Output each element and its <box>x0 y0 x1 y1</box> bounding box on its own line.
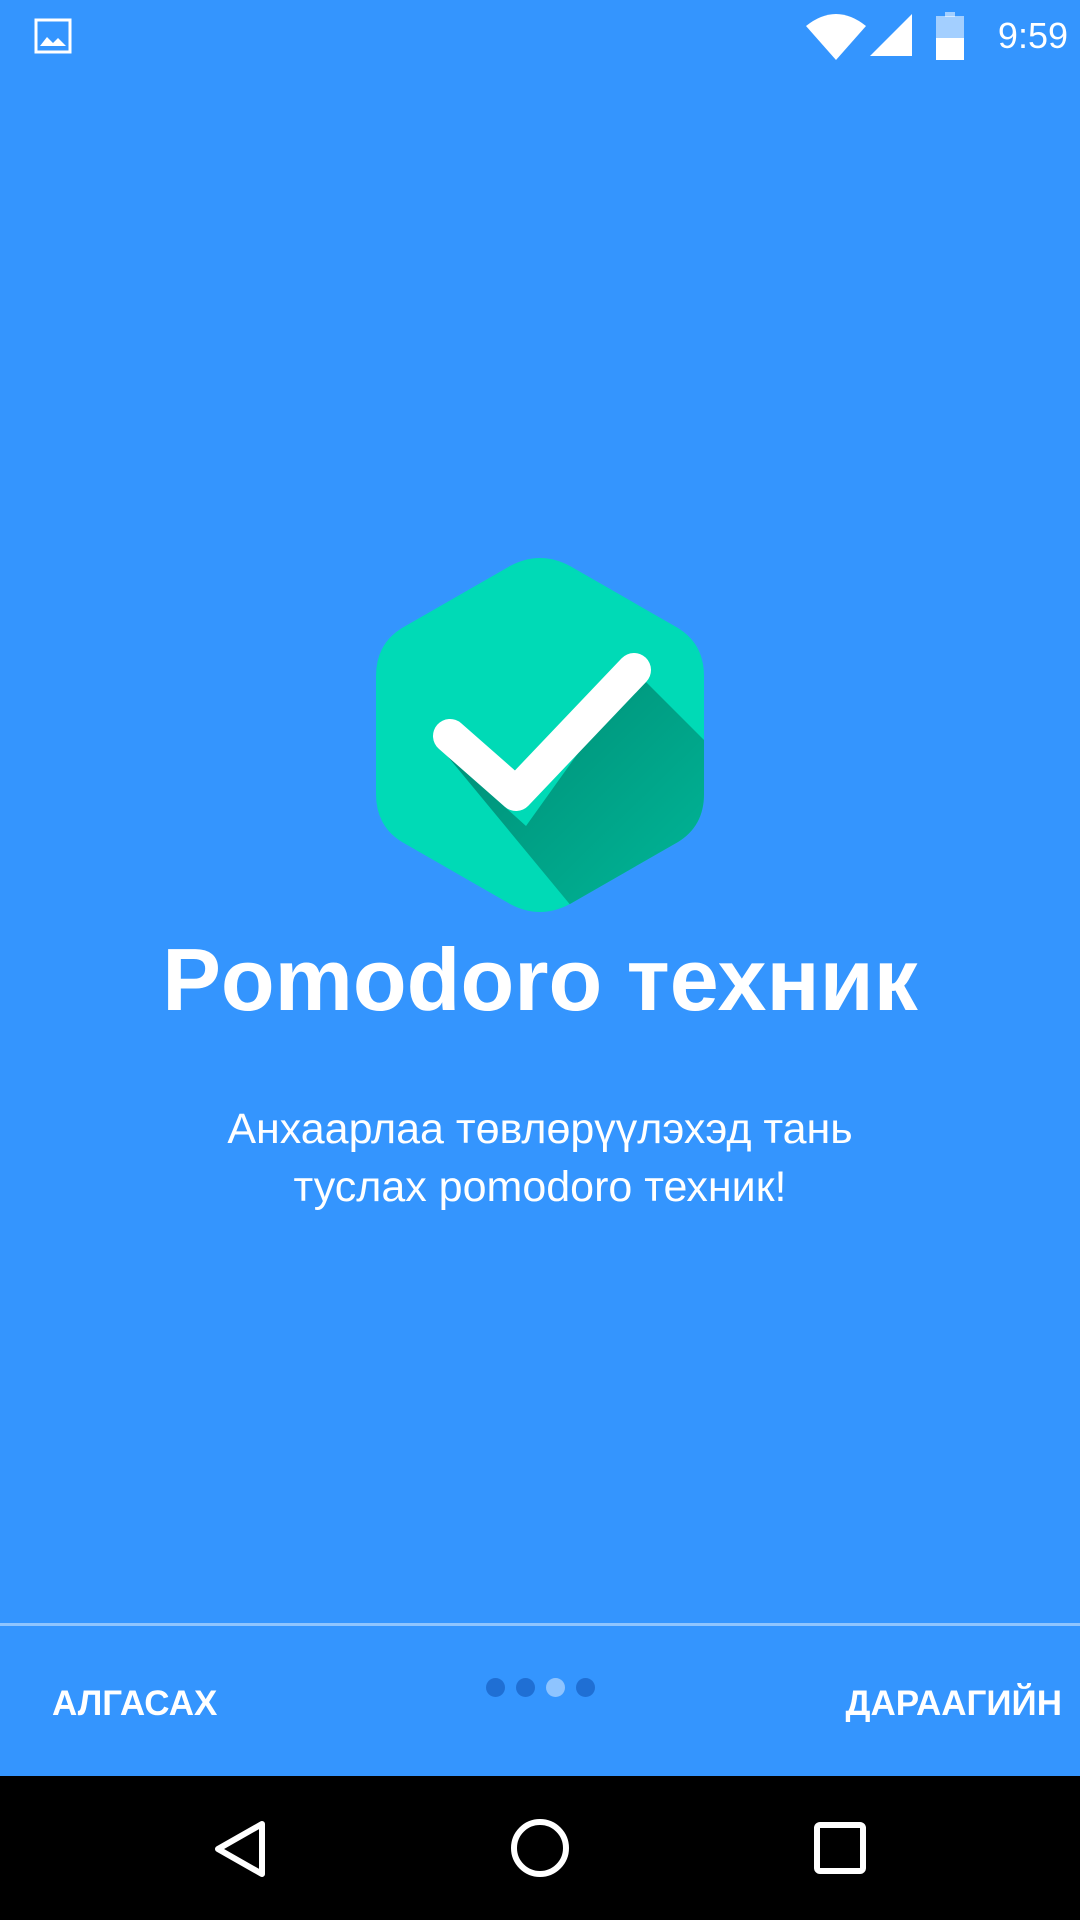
page-dot-2[interactable] <box>516 1678 535 1697</box>
battery-icon <box>936 12 964 60</box>
navigation-bar <box>0 1776 1080 1920</box>
wifi-icon <box>806 14 866 60</box>
status-time: 9:59 <box>997 15 1068 56</box>
onboarding-title: Pomodoro техник <box>162 930 918 1029</box>
status-bar: 9:59 <box>0 0 1080 75</box>
back-icon[interactable] <box>210 1818 270 1880</box>
checkmark-hexagon-icon <box>376 558 704 912</box>
home-icon[interactable] <box>508 1816 572 1880</box>
signal-icon <box>870 14 912 56</box>
page-dot-1[interactable] <box>486 1678 505 1697</box>
onboarding-subtitle: Анхаарлаа төвлөрүүлэхэд тань туслах pomo… <box>227 1105 853 1211</box>
gallery-icon <box>34 18 72 54</box>
footer-divider <box>0 1623 1080 1626</box>
next-button[interactable]: ДАРААГИЙН <box>800 1676 1062 1732</box>
skip-button[interactable]: АЛГАСАХ <box>40 1676 270 1732</box>
page-dot-3-active[interactable] <box>546 1678 565 1697</box>
page-dot-4[interactable] <box>576 1678 595 1697</box>
recents-icon[interactable] <box>812 1820 868 1876</box>
page-indicator <box>480 1678 600 1698</box>
